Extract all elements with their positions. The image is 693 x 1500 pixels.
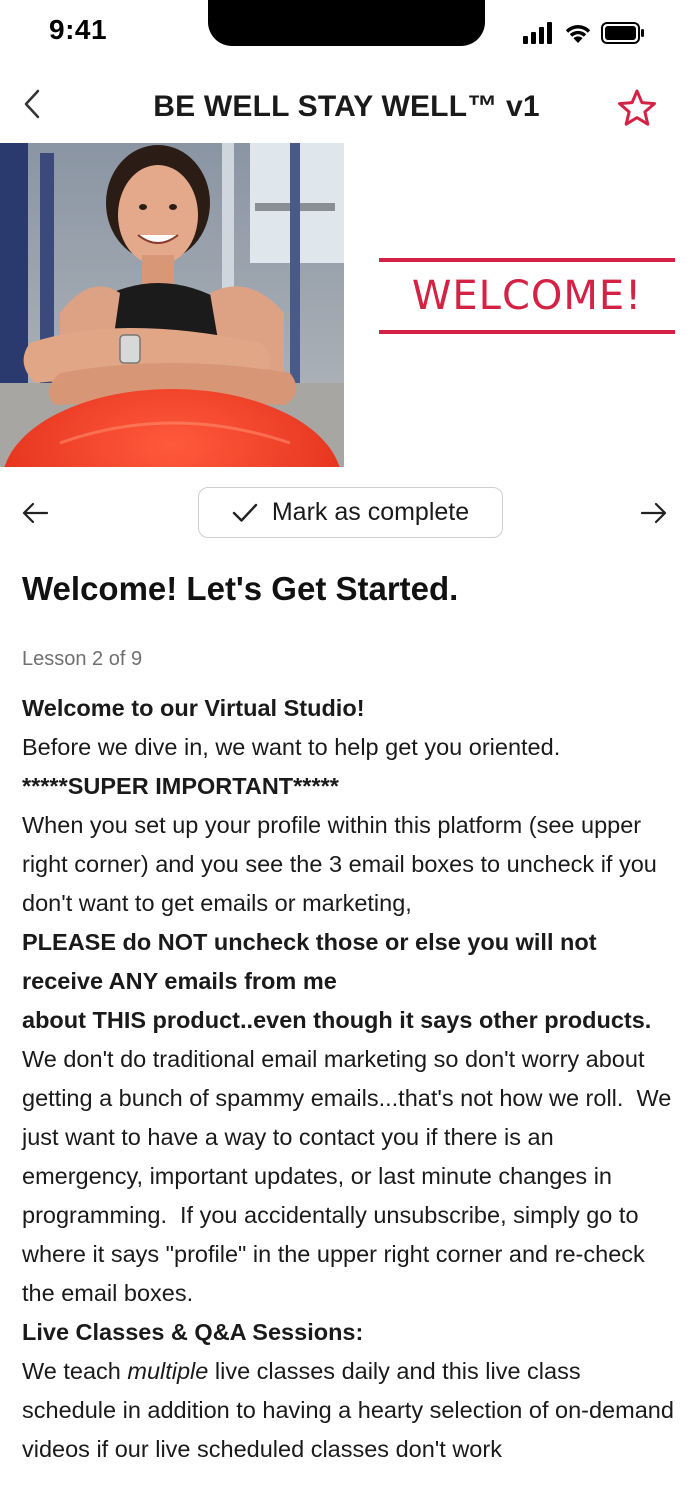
live-classes-emphasis: multiple (127, 1358, 209, 1384)
wifi-icon (565, 25, 591, 43)
mark-as-complete-button[interactable]: Mark as complete (198, 487, 503, 538)
mark-as-complete-label: Mark as complete (271, 498, 470, 526)
email-marketing-text: We don't do traditional email marketing … (22, 1007, 678, 1306)
next-lesson-button[interactable] (637, 495, 671, 531)
email-warning-text: PLEASE do NOT uncheck those or else you … (22, 929, 597, 994)
star-outline-icon (618, 89, 656, 126)
lesson-hero: WELCOME! (0, 143, 693, 467)
lesson-heading-live-classes: Live Classes & Q&A Sessions: (22, 1319, 364, 1345)
lesson-body: Welcome to our Virtual Studio! Before we… (22, 689, 677, 1469)
page-title: BE WELL STAY WELL™ v1 (153, 90, 540, 123)
lesson-heading-welcome: Welcome to our Virtual Studio! (22, 695, 365, 721)
lesson-paragraph-email: about THIS product..even though it says … (22, 1001, 677, 1313)
cellular-signal-icon (523, 22, 552, 44)
lesson-title: Welcome! Let's Get Started. (22, 570, 459, 607)
checkmark-icon (232, 503, 258, 522)
status-time: 9:41 (49, 14, 108, 45)
lesson-paragraph-live-classes: We teach multiple live classes daily and… (22, 1352, 677, 1469)
lesson-paragraph-intro: Before we dive in, we want to help get y… (22, 734, 561, 760)
welcome-banner: WELCOME! (379, 258, 675, 334)
arrow-left-icon (22, 502, 49, 524)
lesson-navigation: Mark as complete (0, 487, 693, 539)
previous-lesson-button[interactable] (18, 495, 52, 531)
battery-icon (601, 22, 644, 44)
status-icons (523, 20, 645, 46)
lesson-count: Lesson 2 of 9 (22, 648, 143, 670)
favorite-button[interactable] (615, 86, 659, 130)
live-classes-text-start: We teach (22, 1358, 128, 1384)
welcome-banner-text: WELCOME! (411, 273, 643, 319)
lesson-paragraph-profile: When you set up your profile within this… (22, 812, 657, 916)
arrow-right-icon (640, 502, 667, 524)
instructor-photo (0, 143, 344, 467)
email-warning-product-text: about THIS product..even though it says … (22, 1007, 652, 1033)
nav-bar: BE WELL STAY WELL™ v1 (0, 62, 693, 144)
status-bar: 9:41 (0, 0, 693, 62)
device-notch (208, 0, 485, 46)
super-important-label: *****SUPER IMPORTANT***** (22, 773, 339, 799)
